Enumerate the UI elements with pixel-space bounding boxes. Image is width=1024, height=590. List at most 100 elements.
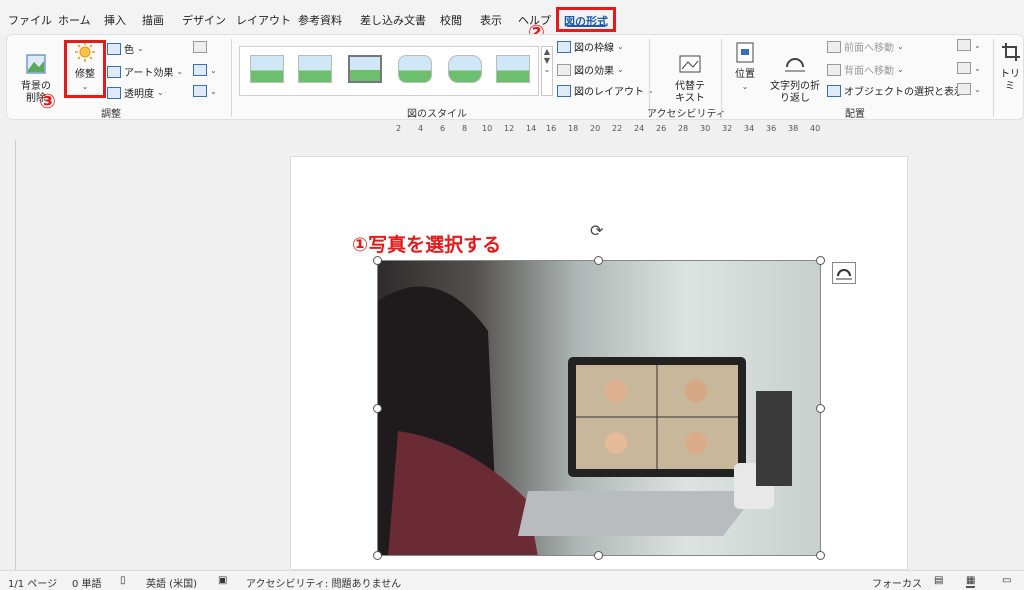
group-divider (993, 39, 994, 117)
proofing-icon[interactable]: ▯ (120, 575, 126, 586)
picture-effects-button[interactable]: 図の効果 ⌄ (557, 62, 624, 77)
ruler-tick: 22 (612, 124, 623, 133)
group-objects-button[interactable]: ⌄ (957, 62, 981, 74)
wrap-text-label: 文字列の折 り返し (770, 81, 820, 104)
status-bar: 1/1 ページ 0 単語 ▯ 英語 (米国) ▣ アクセシビリティ: 問題ありま… (0, 570, 1024, 590)
callout-one: ①写真を選択する (352, 234, 502, 256)
resize-handle[interactable] (816, 256, 825, 265)
read-mode-icon[interactable]: ▤ (934, 575, 943, 586)
color-button[interactable]: 色 ⌄ (107, 41, 144, 56)
style-thumbnail[interactable] (298, 55, 332, 83)
art-effects-button[interactable]: アート効果 ⌄ (107, 64, 183, 79)
art-effects-icon (107, 65, 121, 78)
alt-text-label: 代替テ キスト (675, 81, 705, 104)
ruler-tick: 38 (788, 124, 799, 133)
tab-draw[interactable]: 描画 (142, 12, 164, 28)
accessibility-status[interactable]: アクセシビリティ: 問題ありません (246, 575, 401, 590)
chevron-down-icon: ⌄ (210, 86, 217, 96)
bring-forward-button[interactable]: 前面へ移動 ⌄ (827, 39, 904, 54)
chevron-down-icon: ⌄ (897, 42, 904, 51)
change-picture-icon (193, 64, 207, 76)
style-thumbnail[interactable] (496, 55, 530, 83)
layout-options-button[interactable] (832, 262, 856, 284)
gallery-scroll[interactable]: ▲ ▼ ⌄ (541, 46, 553, 96)
tab-review[interactable]: 校閲 (440, 12, 462, 28)
pen-icon (557, 40, 571, 53)
ruler-tick: 8 (462, 124, 468, 133)
word-count[interactable]: 0 単語 (72, 575, 102, 590)
remove-background-icon (26, 54, 46, 74)
alt-text-button[interactable]: 代替テ キスト (667, 41, 713, 105)
focus-button[interactable]: フォーカス (872, 575, 922, 590)
art-effects-label: アート効果 (124, 68, 174, 79)
tab-design[interactable]: デザイン (182, 12, 226, 28)
chevron-down-icon: ⌄ (617, 42, 624, 51)
picture-layout-button[interactable]: 図のレイアウト ⌄ (557, 83, 654, 98)
reset-picture-button[interactable]: ⌄ (193, 85, 217, 97)
print-layout-icon[interactable]: ▦ (966, 575, 976, 588)
ruler-tick: 30 (700, 124, 711, 133)
ruler-tick: 10 (482, 124, 493, 133)
wrap-text-icon (785, 58, 805, 72)
web-layout-icon[interactable]: ▭ (1002, 575, 1011, 586)
group-objects-icon (957, 62, 971, 74)
crop-button[interactable]: トリミ (997, 41, 1023, 93)
tab-references[interactable]: 参考資料 (298, 12, 342, 28)
bring-forward-icon (827, 40, 841, 53)
style-thumbnail[interactable] (348, 55, 382, 83)
resize-handle[interactable] (373, 551, 382, 560)
page-count[interactable]: 1/1 ページ (8, 575, 57, 590)
ruler-tick: 12 (504, 124, 515, 133)
language[interactable]: 英語 (米国) (146, 575, 197, 590)
horizontal-ruler[interactable]: 2 4 6 8 10 12 14 16 18 20 22 24 26 28 30… (368, 124, 824, 136)
tab-file[interactable]: ファイル (8, 12, 52, 28)
align-button[interactable]: ⌄ (957, 39, 981, 51)
chevron-down-icon: ⌄ (210, 65, 217, 75)
position-button[interactable]: 位置 ⌄ (729, 41, 761, 93)
tab-view[interactable]: 表示 (480, 12, 502, 28)
group-arrange-label: 配置 (845, 109, 865, 120)
bring-forward-label: 前面へ移動 (844, 43, 894, 54)
resize-handle[interactable] (816, 404, 825, 413)
wrap-text-button[interactable]: 文字列の折 り返し (765, 41, 825, 105)
picture-border-button[interactable]: 図の枠線 ⌄ (557, 39, 624, 54)
selected-photo[interactable] (377, 260, 821, 556)
active-tab-underline (567, 25, 605, 27)
style-thumbnail[interactable] (250, 55, 284, 83)
resize-handle[interactable] (373, 256, 382, 265)
group-adjust-label: 調整 (101, 109, 121, 120)
ruler-tick: 16 (546, 124, 557, 133)
rotate-handle-icon[interactable]: ⟳ (590, 221, 603, 240)
vertical-ruler[interactable] (4, 140, 16, 570)
change-picture-button[interactable]: ⌄ (193, 64, 217, 76)
chevron-down-icon: ⌄ (974, 63, 981, 73)
resize-handle[interactable] (594, 551, 603, 560)
resize-handle[interactable] (816, 551, 825, 560)
ruler-tick: 18 (568, 124, 579, 133)
layout-options-icon (836, 269, 852, 280)
resize-handle[interactable] (373, 404, 382, 413)
tab-mailings[interactable]: 差し込み文書 (360, 12, 426, 28)
chevron-down-icon: ⌄ (974, 40, 981, 50)
tab-layout[interactable]: レイアウト (236, 12, 291, 28)
tab-insert[interactable]: 挿入 (104, 12, 126, 28)
ruler-tick: 14 (526, 124, 537, 133)
selection-pane-button[interactable]: オブジェクトの選択と表示 (827, 83, 964, 98)
ruler-tick: 20 (590, 124, 601, 133)
style-thumbnail[interactable] (448, 55, 482, 83)
style-thumbnail[interactable] (398, 55, 432, 83)
tab-home[interactable]: ホーム (58, 12, 91, 28)
transparency-icon (107, 86, 121, 99)
transparency-button[interactable]: 透明度 ⌄ (107, 85, 164, 100)
ruler-tick: 36 (766, 124, 777, 133)
macro-icon[interactable]: ▣ (218, 575, 227, 586)
tab-picture-format[interactable]: 図の形式 (556, 7, 616, 32)
picture-styles-gallery[interactable] (239, 46, 539, 96)
transparency-label: 透明度 (124, 89, 154, 100)
compress-pictures-button[interactable] (193, 41, 207, 53)
ruler-tick: 26 (656, 124, 667, 133)
layout-icon (557, 84, 571, 97)
resize-handle[interactable] (594, 256, 603, 265)
send-backward-button[interactable]: 背面へ移動 ⌄ (827, 62, 904, 77)
rotate-button[interactable]: ⌄ (957, 83, 981, 95)
